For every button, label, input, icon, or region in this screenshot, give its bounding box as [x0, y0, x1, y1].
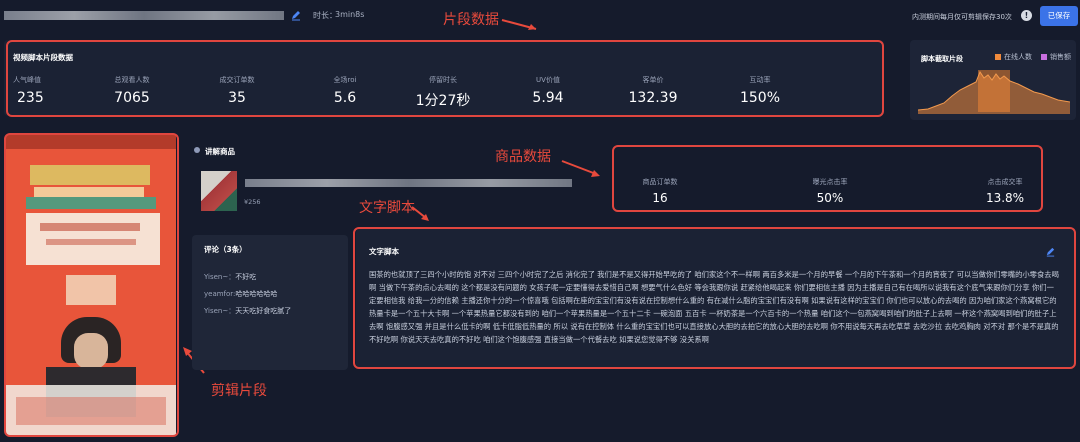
mini-trend-chart: [918, 70, 1070, 114]
mini-chart-title: 脚本截取片段: [921, 55, 963, 63]
comment-user: Yisen~：: [204, 273, 236, 281]
comment-item: yeamfor:哈哈哈哈哈哈: [204, 289, 277, 299]
product-image[interactable]: [201, 171, 237, 211]
stat-value: 5.94: [532, 90, 564, 106]
clip-highlight-box: [4, 133, 179, 437]
product-metric-value: 50%: [816, 191, 844, 205]
stat-label: 停留时长: [429, 76, 457, 84]
annotation-product-data: 商品数据: [495, 149, 551, 165]
product-section-title: 讲解商品: [205, 147, 235, 156]
stat-label: 全场roi: [333, 76, 357, 84]
stat-value: 235: [17, 90, 44, 106]
stat-label: 人气峰值: [13, 76, 41, 84]
comment-item: Yisen~：不好吃: [204, 272, 256, 282]
legend-online-label: 在线人数: [1004, 53, 1032, 61]
comment-user: Yisen~：: [204, 307, 236, 315]
save-button[interactable]: 已保存: [1040, 6, 1078, 26]
annotation-script: 文字脚本: [359, 200, 415, 216]
product-metric-label: 曝光点击率: [812, 178, 848, 186]
comment-user: yeamfor:: [204, 290, 236, 298]
stat-label: UV价值: [536, 76, 560, 84]
edit-script-icon[interactable]: [1045, 246, 1056, 257]
comment-text: 哈哈哈哈哈哈: [235, 290, 278, 298]
section-bullet-icon: [194, 147, 200, 153]
video-title-blurred: [4, 11, 284, 20]
comment-item: Yisen~：天天吃好食吃腻了: [204, 306, 291, 316]
stats-title: 视频脚本片段数据: [13, 53, 73, 62]
stat-value: 1分27秒: [415, 93, 471, 109]
stat-value: 5.6: [333, 90, 357, 106]
stat-value: 132.39: [628, 90, 678, 106]
stat-label: 总观看人数: [114, 76, 150, 84]
stat-label: 互动率: [749, 76, 771, 84]
comments-title: 评论（3条）: [204, 245, 247, 254]
product-metric-value: 16: [652, 191, 668, 205]
legend-online-swatch: [995, 54, 1001, 60]
script-title: 文字脚本: [369, 247, 399, 256]
annotation-arrow: [501, 19, 537, 30]
annotation-clip-data: 片段数据: [443, 12, 499, 28]
comment-text: 不好吃: [235, 273, 257, 281]
annotation-arrow: [561, 160, 600, 177]
product-metric-label: 点击成交率: [987, 178, 1023, 186]
stat-value: 7065: [114, 90, 150, 106]
stat-label: 成交订单数: [219, 76, 255, 84]
legend-sales-swatch: [1041, 54, 1047, 60]
product-metric-value: 13.8%: [985, 191, 1025, 205]
duration-label: 时长：: [313, 11, 337, 20]
legend-sales-label: 销售额: [1050, 53, 1071, 61]
comment-text: 天天吃好食吃腻了: [235, 307, 292, 315]
edit-title-icon[interactable]: [290, 9, 302, 21]
product-metric-label: 商品订单数: [642, 178, 678, 186]
product-price: ¥256: [244, 198, 261, 206]
product-name-blurred[interactable]: [245, 179, 572, 187]
stat-label: 客单价: [642, 76, 664, 84]
save-limit-notice: 内测期间每月仅可剪辑保存30次: [912, 13, 1012, 21]
stat-value: 150%: [739, 90, 781, 106]
info-icon[interactable]: !: [1021, 10, 1032, 21]
stat-value: 35: [228, 90, 246, 106]
script-body[interactable]: 国茶的也就顶了三四个小时的饱 对不对 三四个小时完了之后 消化完了 我们是不是又…: [369, 268, 1059, 364]
annotation-arrow: [411, 206, 429, 221]
comments-panel: [192, 235, 348, 370]
annotation-clip-segment: 剪辑片段: [211, 383, 267, 399]
duration-value: 3min8s: [335, 10, 365, 19]
